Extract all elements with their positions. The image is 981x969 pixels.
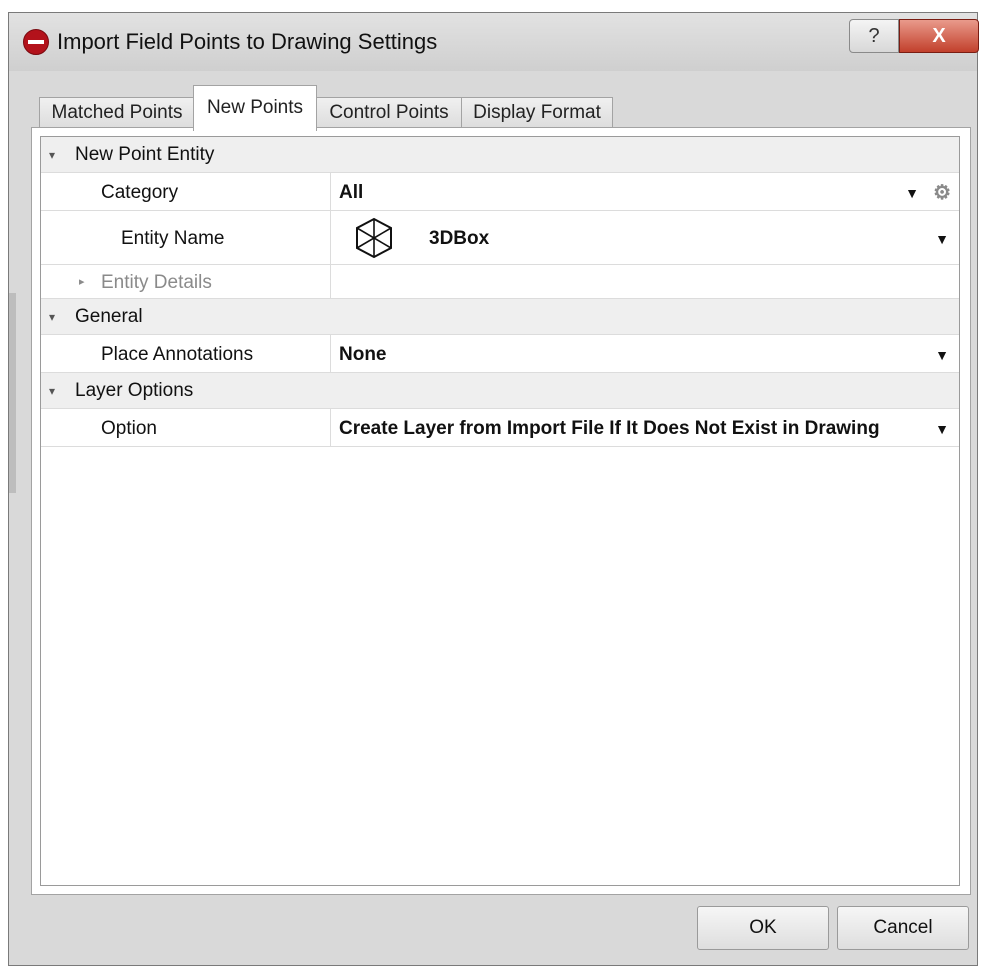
chevron-down-icon[interactable]: ▼ (935, 231, 949, 247)
category-general[interactable]: ▾ General (41, 299, 959, 335)
3d-box-icon (356, 217, 392, 259)
property-value-empty (331, 265, 959, 298)
chevron-down-icon[interactable]: ▼ (935, 421, 949, 437)
chevron-down-icon[interactable]: ▼ (905, 185, 919, 201)
property-row-place-annotations[interactable]: Place Annotations None ▼ (41, 335, 959, 373)
expand-arrow-icon[interactable]: ▸ (79, 275, 85, 288)
entity-name-value: 3DBox (429, 228, 490, 249)
category-new-point-entity[interactable]: ▾ New Point Entity (41, 137, 959, 173)
cancel-button[interactable]: Cancel (837, 906, 969, 950)
property-row-entity-name[interactable]: Entity Name 3DBox ▼ (41, 211, 959, 265)
property-row-category[interactable]: Category All ▼ ⚙ (41, 173, 959, 211)
category-label: Layer Options (75, 380, 194, 401)
category-value: All (339, 182, 364, 203)
chevron-down-icon[interactable]: ▼ (935, 347, 949, 363)
property-name: Category (71, 173, 331, 210)
tab-display-format[interactable]: Display Format (461, 97, 613, 129)
category-layer-options[interactable]: ▾ Layer Options (41, 373, 959, 409)
property-name: Place Annotations (71, 335, 331, 372)
tab-control-points[interactable]: Control Points (316, 97, 462, 129)
tab-matched-points[interactable]: Matched Points (39, 97, 195, 129)
title-bar[interactable]: Import Field Points to Drawing Settings … (9, 13, 979, 71)
collapse-arrow-icon[interactable]: ▾ (49, 384, 55, 398)
layer-option-value: Create Layer from Import File If It Does… (339, 418, 880, 439)
category-label: New Point Entity (75, 144, 215, 165)
tab-new-points[interactable]: New Points (193, 85, 317, 131)
close-button[interactable]: X (899, 19, 979, 53)
app-logo-icon (23, 29, 49, 55)
category-dropdown[interactable]: All ▼ ⚙ (331, 173, 959, 210)
dialog-title: Import Field Points to Drawing Settings (57, 29, 438, 54)
category-label: General (75, 306, 143, 327)
gear-icon[interactable]: ⚙ (933, 180, 951, 205)
property-row-option[interactable]: Option Create Layer from Import File If … (41, 409, 959, 447)
property-row-entity-details[interactable]: ▸ Entity Details (41, 265, 959, 299)
layer-option-dropdown[interactable]: Create Layer from Import File If It Does… (331, 409, 959, 446)
property-name: ▸ Entity Details (71, 265, 331, 298)
ok-button[interactable]: OK (697, 906, 829, 950)
entity-name-dropdown[interactable]: 3DBox ▼ (331, 211, 959, 264)
property-grid: ▾ New Point Entity Category All ▼ ⚙ Enti… (40, 136, 960, 886)
place-annotations-value: None (339, 344, 387, 365)
place-annotations-dropdown[interactable]: None ▼ (331, 335, 959, 372)
property-name: Option (71, 409, 331, 446)
collapse-arrow-icon[interactable]: ▾ (49, 148, 55, 162)
window-edge (9, 293, 16, 493)
collapse-arrow-icon[interactable]: ▾ (49, 310, 55, 324)
help-button[interactable]: ? (849, 19, 899, 53)
dialog-window: Import Field Points to Drawing Settings … (8, 12, 979, 966)
tab-panel: ▾ New Point Entity Category All ▼ ⚙ Enti… (31, 127, 971, 895)
property-name: Entity Name (71, 211, 331, 264)
